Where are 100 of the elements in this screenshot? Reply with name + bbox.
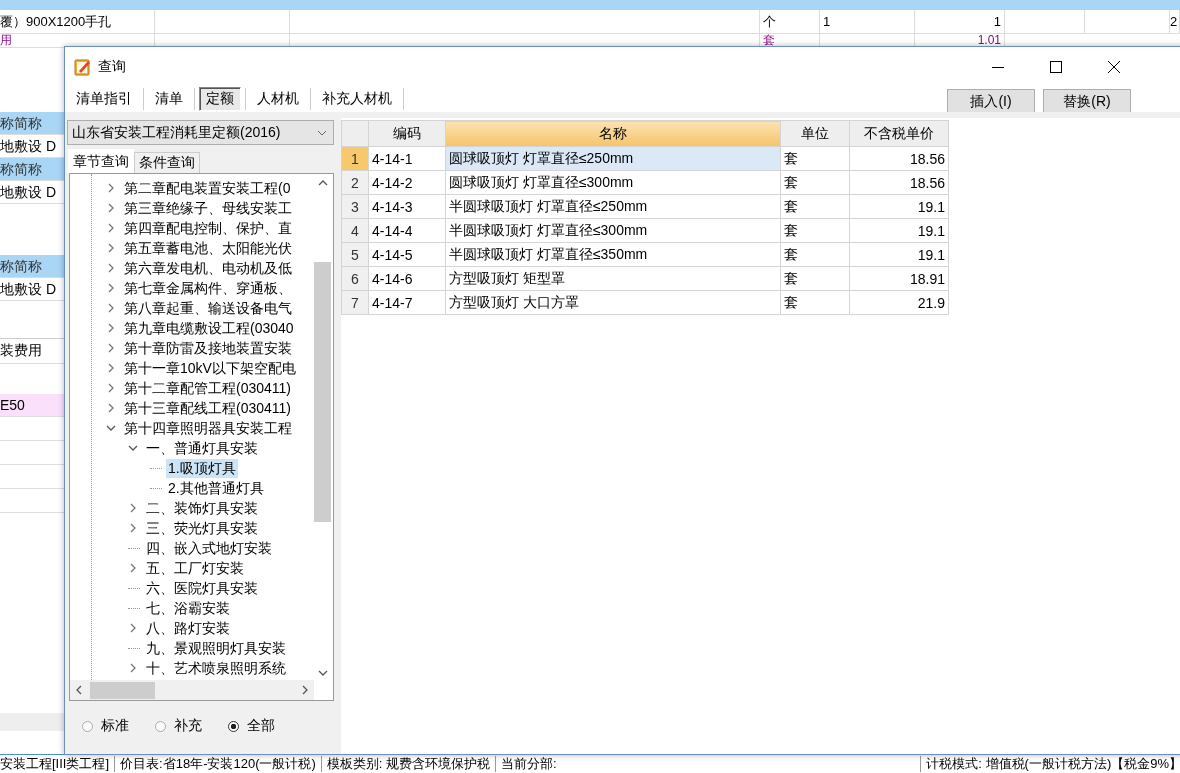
scrollbar-thumb[interactable] [314, 262, 331, 522]
tree-item[interactable]: 四、嵌入式地灯安装 [144, 538, 274, 558]
column-header[interactable]: 不含税单价 [849, 120, 949, 147]
table-cell: 4-14-6 [368, 266, 446, 291]
tree-item[interactable]: 三、荧光灯具安装 [144, 518, 260, 538]
search-tab[interactable]: 条件查询 [134, 152, 200, 173]
toolbar-tab[interactable]: 清单 [148, 87, 190, 111]
tree-item[interactable]: 2.其他普通灯具 [166, 478, 266, 498]
table-cell: 4-14-1 [368, 146, 446, 171]
table-cell: 2 [1170, 10, 1180, 33]
tree-item[interactable]: 十、艺术喷泉照明系统 [144, 658, 288, 678]
chevron-right-icon[interactable] [106, 303, 116, 313]
table-cell: 18.91 [849, 266, 949, 291]
chevron-right-icon[interactable] [106, 223, 116, 233]
horizontal-scrollbar[interactable] [70, 680, 314, 700]
close-icon[interactable] [1108, 60, 1120, 73]
chevron-down-icon[interactable] [128, 444, 138, 452]
table-cell: 套 [780, 170, 850, 195]
tree-item[interactable]: 第十一章10kV以下架空配电 [122, 358, 298, 378]
chevron-right-icon[interactable] [106, 263, 116, 273]
tree-item[interactable]: 第九章电缆敷设工程(03040 [122, 318, 296, 338]
table-cell: 方型吸顶灯 矩型罩 [445, 266, 781, 291]
chevron-down-icon[interactable] [106, 424, 116, 432]
toolbar-tab[interactable]: 人材机 [250, 87, 306, 111]
toolbar-tab[interactable]: 补充人材机 [315, 87, 399, 111]
insert-button[interactable]: 插入(I) [947, 89, 1035, 115]
library-dropdown[interactable]: 山东省安装工程消耗里定额(2016) [67, 120, 334, 145]
chevron-right-icon[interactable] [106, 183, 116, 193]
scroll-left-icon[interactable] [76, 685, 82, 695]
tree-item[interactable]: 七、浴霸安装 [144, 598, 232, 618]
table-cell: 套 [780, 146, 850, 171]
table-cell: 半圆球吸顶灯 灯罩直径≤350mm [445, 242, 781, 267]
column-header[interactable]: 单位 [780, 120, 850, 147]
tree-item[interactable]: 第四章配电控制、保护、直 [122, 218, 294, 238]
table-cell: 19.1 [849, 242, 949, 267]
scroll-up-icon[interactable] [318, 180, 328, 186]
tree-item[interactable]: 第六章发电机、电动机及低 [122, 258, 294, 278]
status-text: 模板类别: 规费含环境保护税 [321, 756, 497, 772]
tree-item[interactable]: 六、医院灯具安装 [144, 578, 260, 598]
table-cell: 个 [760, 10, 820, 33]
column-header[interactable]: 编码 [368, 120, 446, 147]
scroll-down-icon[interactable] [318, 670, 328, 676]
tree-item[interactable]: 第三章绝缘子、母线安装工 [122, 198, 294, 218]
scroll-right-icon[interactable] [302, 685, 308, 695]
chevron-right-icon[interactable] [128, 663, 138, 673]
row-number[interactable]: 4 [341, 218, 369, 243]
chevron-right-icon[interactable] [128, 523, 138, 533]
window-title: 查询 [98, 57, 126, 76]
chevron-right-icon[interactable] [128, 563, 138, 573]
tree-item[interactable]: 五、工厂灯安装 [144, 558, 246, 578]
tree-item[interactable]: 1.吸顶灯具 [166, 458, 238, 478]
row-number[interactable]: 7 [341, 290, 369, 315]
table-cell: 4-14-7 [368, 290, 446, 315]
chevron-right-icon[interactable] [106, 343, 116, 353]
row-number[interactable]: 6 [341, 266, 369, 291]
row-number[interactable]: 3 [341, 194, 369, 219]
row-number[interactable]: 2 [341, 170, 369, 195]
tree-item[interactable]: 第七章金属构件、穿通板、 [122, 278, 294, 298]
table-cell: 圆球吸顶灯 灯罩直径≤250mm [445, 146, 781, 171]
tree-item[interactable]: 第十四章照明器具安装工程 [122, 418, 294, 438]
tree-item[interactable]: 第五章蓄电池、太阳能光伏 [122, 238, 294, 258]
maximize-icon[interactable] [1050, 60, 1062, 73]
tree-item[interactable]: 八、路灯安装 [144, 618, 232, 638]
table-cell: 18.56 [849, 170, 949, 195]
radio-option[interactable]: 标准 [82, 717, 129, 735]
chevron-right-icon[interactable] [106, 383, 116, 393]
chevron-right-icon[interactable] [106, 283, 116, 293]
table-cell: 半圆球吸顶灯 灯罩直径≤300mm [445, 218, 781, 243]
tree-item[interactable]: 第八章起重、输送设备电气 [122, 298, 294, 318]
tree-item[interactable]: 二、装饰灯具安装 [144, 498, 260, 518]
table-cell: 19.1 [849, 218, 949, 243]
tree-item[interactable]: 第十二章配管工程(030411) [122, 378, 293, 398]
chevron-right-icon[interactable] [106, 323, 116, 333]
chevron-right-icon[interactable] [106, 403, 116, 413]
tree-item[interactable]: 第十三章配线工程(030411) [122, 398, 293, 418]
tree-item[interactable]: 一、普通灯具安装 [144, 438, 260, 458]
toolbar-tab[interactable]: 清单指引 [69, 87, 139, 111]
scrollbar-thumb[interactable] [90, 681, 155, 699]
toolbar-tab[interactable]: 定额 [199, 87, 241, 111]
row-number[interactable]: 5 [341, 242, 369, 267]
chevron-down-icon [317, 129, 327, 136]
row-number[interactable]: 1 [341, 146, 369, 171]
radio-option[interactable]: 全部 [228, 717, 275, 735]
chevron-right-icon[interactable] [106, 203, 116, 213]
chevron-right-icon[interactable] [106, 363, 116, 373]
chevron-right-icon[interactable] [128, 623, 138, 633]
tree-item[interactable]: 第十章防雷及接地装置安装 [122, 338, 294, 358]
column-header[interactable]: 名称 [445, 120, 781, 147]
tree-item[interactable]: 九、景观照明灯具安装 [144, 638, 288, 658]
radio-option[interactable]: 补充 [155, 717, 202, 735]
tree-item[interactable]: 第二章配电装置安装工程(0 [122, 178, 293, 198]
replace-button[interactable]: 替换(R) [1043, 89, 1131, 115]
table-cell: 圆球吸顶灯 灯罩直径≤300mm [445, 170, 781, 195]
chevron-right-icon[interactable] [106, 243, 116, 253]
table-cell: 19.1 [849, 194, 949, 219]
search-tab[interactable]: 章节查询 [68, 149, 134, 173]
table-cell: 1 [915, 10, 1005, 33]
status-text: 当前分部: [496, 756, 922, 772]
table-cell: 套 [780, 266, 850, 291]
chevron-right-icon[interactable] [128, 503, 138, 513]
